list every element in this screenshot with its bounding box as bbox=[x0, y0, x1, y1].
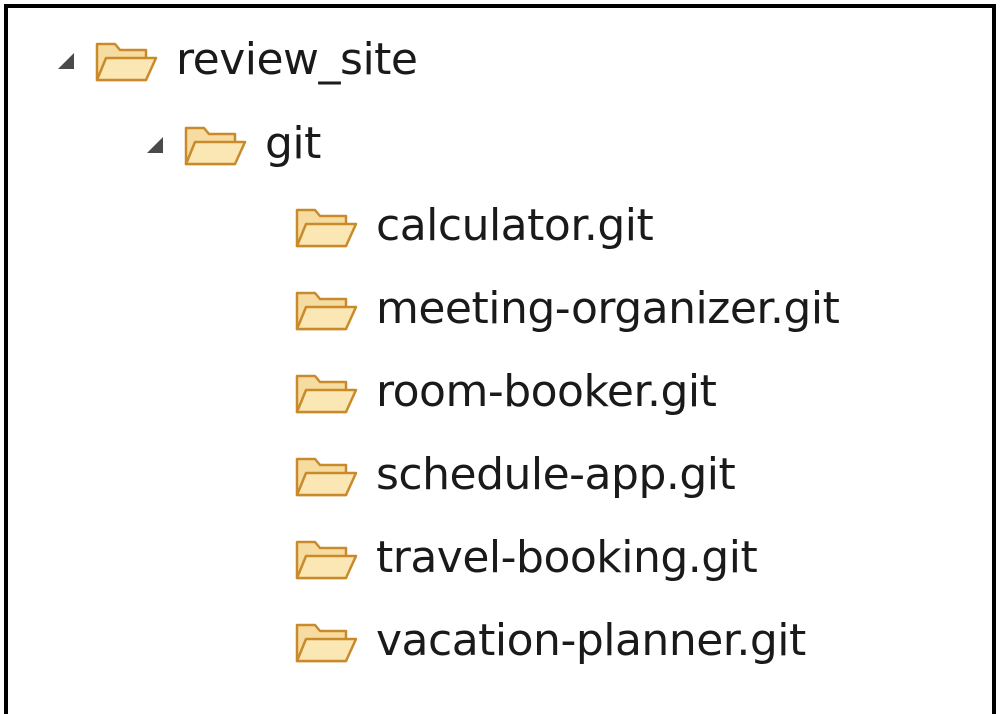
tree-node-vacation-planner-git[interactable]: vacation-planner.git bbox=[294, 599, 806, 683]
tree-node-meeting-organizer-git[interactable]: meeting-organizer.git bbox=[294, 267, 840, 351]
tree-panel: review_site git calculator.git meeting-o… bbox=[4, 4, 996, 714]
tree-node-calculator-git[interactable]: calculator.git bbox=[294, 184, 654, 268]
tree-node-review-site[interactable]: review_site bbox=[54, 18, 418, 102]
expanded-arrow-icon[interactable] bbox=[54, 49, 76, 71]
project-tree: review_site git calculator.git meeting-o… bbox=[8, 8, 992, 714]
folder-open-icon bbox=[294, 368, 358, 416]
tree-node-travel-booking-git[interactable]: travel-booking.git bbox=[294, 516, 758, 600]
folder-open-icon bbox=[294, 451, 358, 499]
expanded-arrow-icon[interactable] bbox=[143, 133, 165, 155]
folder-open-icon bbox=[183, 120, 247, 168]
tree-node-label: review_site bbox=[176, 34, 418, 85]
tree-node-schedule-app-git[interactable]: schedule-app.git bbox=[294, 433, 736, 517]
tree-node-label: calculator.git bbox=[376, 200, 654, 251]
tree-node-label: schedule-app.git bbox=[376, 449, 736, 500]
tree-node-label: travel-booking.git bbox=[376, 532, 758, 583]
folder-open-icon bbox=[294, 202, 358, 250]
tree-node-label: room-booker.git bbox=[376, 366, 717, 417]
folder-open-icon bbox=[94, 36, 158, 84]
tree-node-git[interactable]: git bbox=[143, 102, 321, 186]
folder-open-icon bbox=[294, 285, 358, 333]
tree-node-room-booker-git[interactable]: room-booker.git bbox=[294, 350, 717, 434]
folder-open-icon bbox=[294, 617, 358, 665]
tree-node-label: git bbox=[265, 118, 321, 169]
tree-node-label: meeting-organizer.git bbox=[376, 283, 840, 334]
tree-node-label: vacation-planner.git bbox=[376, 615, 806, 666]
folder-open-icon bbox=[294, 534, 358, 582]
